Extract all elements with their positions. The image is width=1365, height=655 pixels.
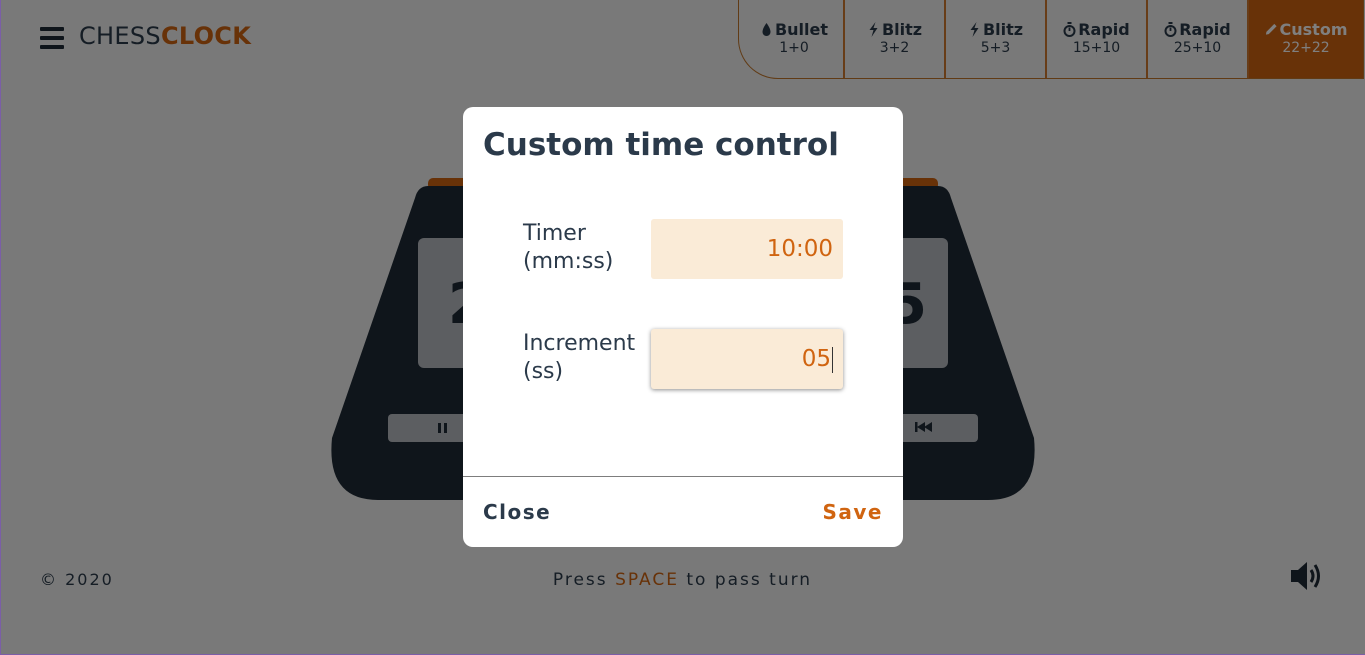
timer-label: Timer (mm:ss) <box>523 220 613 276</box>
timer-label-line1: Timer <box>523 221 586 246</box>
timer-value: 10:00 <box>766 236 833 262</box>
increment-value: 05 <box>801 346 831 372</box>
increment-label-line2: (ss) <box>523 359 564 384</box>
increment-label-line1: Increment <box>523 331 636 356</box>
save-button[interactable]: Save <box>822 500 883 524</box>
timer-input[interactable]: 10:00 <box>651 219 843 279</box>
dialog-title: Custom time control <box>483 127 839 163</box>
window-border-left <box>0 0 1 655</box>
increment-label: Increment (ss) <box>523 330 635 386</box>
dialog-divider <box>463 476 903 477</box>
timer-label-line2: (mm:ss) <box>523 249 614 274</box>
increment-input[interactable]: 05 <box>651 329 843 389</box>
text-caret <box>832 346 833 373</box>
custom-time-control-dialog: Custom time control Timer (mm:ss) 10:00 … <box>463 107 903 547</box>
close-button[interactable]: Close <box>483 500 551 524</box>
